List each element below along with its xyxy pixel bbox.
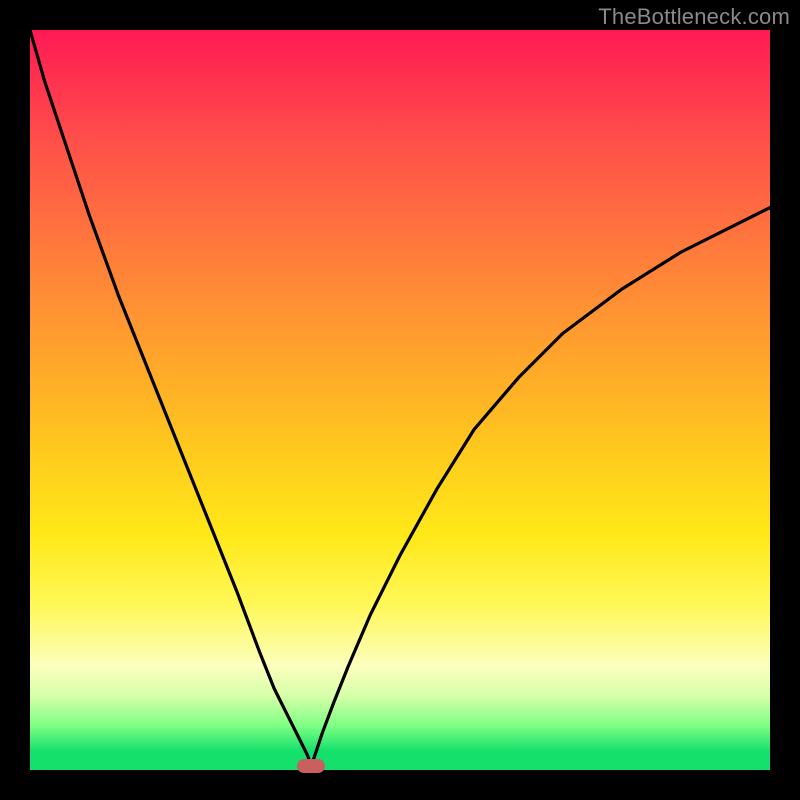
watermark-text: TheBottleneck.com [598, 4, 790, 30]
chart-frame: TheBottleneck.com [0, 0, 800, 800]
plot-area [30, 30, 770, 770]
minimum-marker [297, 759, 325, 773]
bottleneck-curve [30, 30, 770, 770]
